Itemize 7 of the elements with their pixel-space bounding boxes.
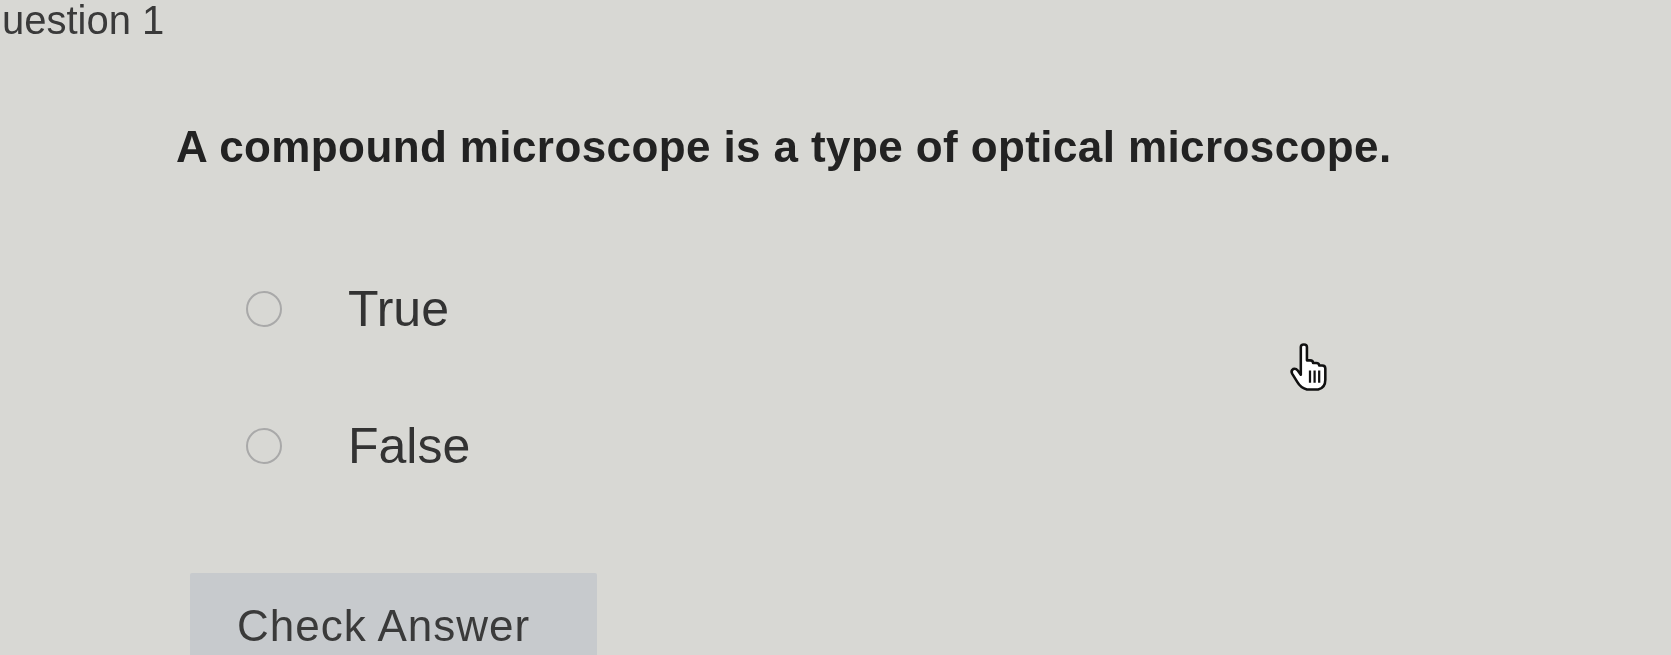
question-heading: uestion 1 xyxy=(2,0,165,40)
radio-button[interactable] xyxy=(246,290,282,327)
option-label[interactable]: True xyxy=(348,278,449,339)
check-answer-button[interactable]: Check Answer xyxy=(190,572,597,655)
radio-button[interactable] xyxy=(246,427,282,464)
option-label[interactable]: False xyxy=(348,415,471,476)
question-text: A compound microscope is a type of optical microscope. xyxy=(176,121,1392,173)
